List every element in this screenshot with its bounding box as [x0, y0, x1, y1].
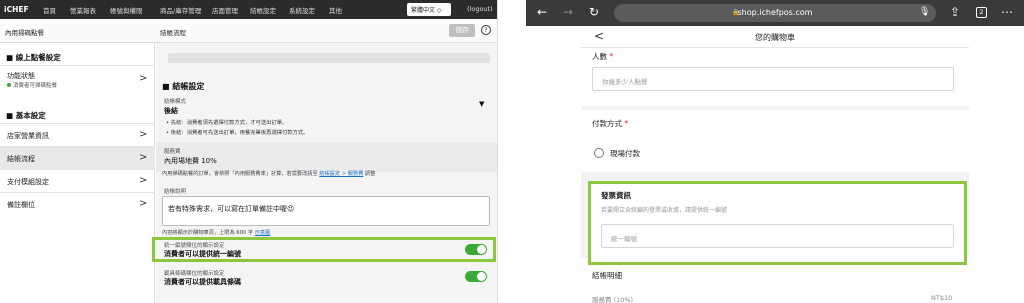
- settings-sidebar: ■ 線上點餐設定 功能狀態 消費者可掃碼點餐 > ■ 基本設定 店家營業資訊 >…: [0, 43, 155, 303]
- nav-other[interactable]: 其他: [329, 5, 342, 15]
- panel-header: 內用掃碼點餐 結帳流程: [0, 19, 497, 43]
- service-note: 內用掃碼點餐的訂單，會依照「內用服務費率」計算，若需要改請至 結帳設定 > 服務…: [162, 170, 375, 177]
- section-basic-settings: ■ 基本設定: [6, 111, 46, 120]
- chevron-right-icon: >: [139, 198, 148, 209]
- admin-screenshot: iCHEF 首頁 營業報表 帳號與權限 商品/庫存管理 店面管理 結帳設定 系統…: [0, 0, 498, 303]
- service-label: 服務費: [164, 149, 181, 155]
- sidebar-item-label: 備註欄位: [7, 201, 35, 209]
- sidebar-item-checkout-flow[interactable]: 結帳流程 >: [0, 146, 155, 169]
- section-online-ordering: ■ 線上點餐設定: [6, 53, 61, 62]
- status-sub: 消費者可掃碼點餐: [7, 81, 57, 89]
- carrier-label: 消費者可以提供載具條碼: [164, 278, 241, 286]
- chevron-right-icon: >: [139, 175, 148, 186]
- sidebar-item-payment-module[interactable]: 支付模組設定 >: [0, 169, 155, 192]
- chevron-right-icon: >: [139, 152, 148, 163]
- tax-id-label: 消費者可以提供統一編號: [164, 250, 241, 258]
- service-fee-box: 服務費 內用場地費 10%: [156, 142, 497, 172]
- summary-peek: 服務費 (10%): [592, 296, 634, 303]
- help-icon[interactable]: ?: [481, 25, 491, 35]
- summary-title: 結帳明細: [592, 271, 622, 280]
- browser-toolbar: ← → ↻ 🔒 shop.ichefpos.com 🎙 ⇪ 2 ⋯: [526, 0, 1024, 26]
- tax-id-placeholder: 統一編號: [611, 235, 637, 243]
- payment-radio[interactable]: [594, 148, 604, 158]
- payment-card: 付款方式 * 現場付款: [581, 110, 969, 172]
- chevron-right-icon: >: [139, 73, 148, 84]
- mode-note-prepay: • 先結：消費者須先選擇付款方式，才可送出訂單。: [166, 120, 288, 126]
- nav-system-settings[interactable]: 系統設定: [289, 5, 315, 15]
- ichef-logo: iCHEF: [4, 5, 29, 14]
- required-mark: *: [609, 52, 614, 61]
- page-title: 您的購物車: [755, 33, 795, 42]
- sidebar-item-label: 支付模組設定: [7, 178, 49, 186]
- forward-arrow-icon[interactable]: →: [563, 5, 573, 19]
- carrier-toggle[interactable]: [465, 271, 487, 282]
- people-input[interactable]: 你幾多少人點餐: [592, 67, 954, 91]
- desc-label: 結帳說明: [164, 189, 187, 195]
- logout-link[interactable]: (logout): [467, 5, 493, 13]
- nav-store[interactable]: 店面管理: [212, 5, 238, 15]
- placeholder-bar: [168, 53, 490, 63]
- caret-down-icon[interactable]: ▼: [479, 100, 484, 108]
- invoice-hint: 若要開立含統編的發票或收據，請提供統一編號: [601, 207, 728, 214]
- address-bar[interactable]: 🔒 shop.ichefpos.com 🎙: [614, 4, 936, 22]
- mode-label: 結帳模式: [164, 99, 187, 105]
- tax-id-label-small: 統一編號欄位的顯示設定: [164, 243, 225, 249]
- people-placeholder: 你幾多少人點餐: [602, 78, 648, 86]
- summary-peek-amount: NT$10: [931, 294, 953, 302]
- right-panel-title: 結帳流程: [160, 29, 186, 37]
- invoice-info-highlight: 發票資訊 若要開立含統編的發票或收據，請提供統一編號 統一編號: [588, 181, 967, 265]
- tab-count-button[interactable]: 2: [976, 7, 987, 18]
- status-sub-text: 消費者可掃碼點餐: [13, 83, 58, 89]
- checkout-settings-content: ■ 結帳設定 結帳模式 後結 ▼ • 先結：消費者須先選擇付款方式，才可送出訂單…: [156, 43, 497, 303]
- save-button[interactable]: 儲存: [449, 24, 475, 37]
- people-label: 人數 *: [592, 51, 613, 62]
- cart-header: < 您的購物車: [581, 26, 969, 48]
- sidebar-item-notes-field[interactable]: 備註欄位 >: [0, 192, 155, 215]
- nav-reports[interactable]: 營業報表: [70, 5, 96, 15]
- example-image-link[interactable]: 示意圖: [255, 230, 271, 236]
- carrier-label-small: 載具條碼欄位的顯示設定: [164, 271, 225, 277]
- nav-accounts[interactable]: 帳號與權限: [110, 5, 143, 15]
- service-note-text: 內用掃碼點餐的訂單，會依照「內用服務費率」計算，若需要改請至: [162, 171, 318, 177]
- desc-text: 若有特殊需求，可以寫在訂單備註中喔😉: [168, 205, 295, 213]
- more-menu-icon[interactable]: ⋯: [1001, 5, 1013, 19]
- url-text: shop.ichefpos.com: [737, 8, 813, 17]
- mode-select[interactable]: 後結: [164, 106, 178, 116]
- microphone-icon[interactable]: 🎙: [919, 7, 930, 17]
- sidebar-item-label: 店家營業資訊: [7, 132, 49, 140]
- language-select[interactable]: 繁體中文 ◇: [407, 3, 451, 16]
- sidebar-item-status[interactable]: 功能狀態 消費者可掃碼點餐 >: [0, 65, 155, 95]
- share-icon[interactable]: ⇪: [950, 5, 960, 19]
- payment-label: 付款方式 *: [592, 118, 628, 129]
- service-fee-link[interactable]: 結帳設定 > 服務費: [319, 171, 363, 177]
- payment-label-text: 付款方式: [592, 119, 622, 128]
- top-nav-bar: iCHEF 首頁 營業報表 帳號與權限 商品/庫存管理 店面管理 結帳設定 系統…: [0, 0, 497, 19]
- invoice-title: 發票資訊: [601, 191, 631, 200]
- tax-id-toggle[interactable]: [465, 244, 487, 255]
- service-note-suffix: 調整: [364, 171, 376, 177]
- desc-note-text: 內容將顯示於購物車頁，上限為 600 字: [162, 230, 254, 236]
- nav-checkout-settings[interactable]: 結帳設定: [250, 5, 276, 15]
- status-label: 功能狀態: [7, 72, 35, 80]
- status-dot-icon: [7, 83, 11, 87]
- left-panel-title: 內用掃碼點餐: [5, 29, 44, 37]
- reload-icon[interactable]: ↻: [589, 5, 599, 19]
- sidebar-item-store-info[interactable]: 店家營業資訊 >: [0, 123, 155, 146]
- people-card: 人數 * 你幾多少人點餐: [581, 48, 969, 106]
- tax-id-input[interactable]: 統一編號: [601, 224, 954, 248]
- mode-note-postpay: • 後結：消費者可先送出訂單，用餐完畢後再選擇付款方式。: [166, 130, 309, 136]
- service-value: 內用場地費 10%: [164, 157, 217, 165]
- chevron-right-icon: >: [139, 129, 148, 140]
- sidebar-item-label: 結帳流程: [7, 155, 35, 163]
- nav-products[interactable]: 商品/庫存管理: [160, 5, 201, 15]
- desc-note: 內容將顯示於購物車頁，上限為 600 字 示意圖: [162, 229, 270, 236]
- required-mark: *: [624, 119, 629, 128]
- back-arrow-icon[interactable]: ←: [537, 5, 547, 19]
- payment-option-label: 現場付款: [610, 149, 640, 158]
- tax-id-setting-highlight: 統一編號欄位的顯示設定 消費者可以提供統一編號: [152, 237, 496, 262]
- nav-home[interactable]: 首頁: [43, 5, 56, 15]
- checkout-description-textarea[interactable]: 若有特殊需求，可以寫在訂單備註中喔😉: [162, 196, 490, 226]
- checkout-heading: ■ 結帳設定: [162, 82, 205, 91]
- people-label-text: 人數: [592, 52, 607, 61]
